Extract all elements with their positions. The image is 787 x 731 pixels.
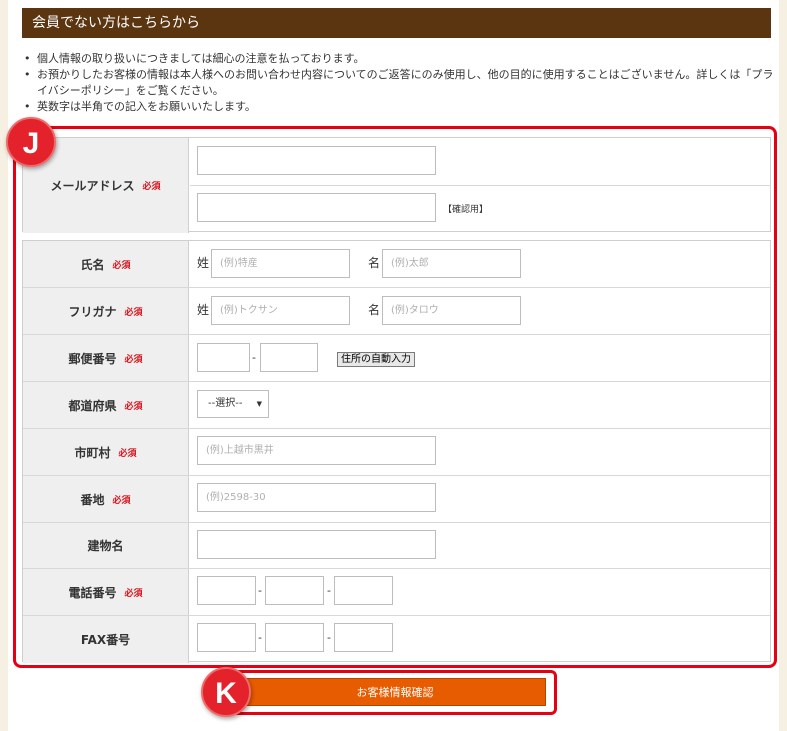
highlight-frame-j (13, 126, 777, 668)
section-title: 会員でない方はこちらから (22, 8, 771, 38)
badge-j: J (6, 117, 56, 167)
bullet-icon: • (24, 52, 31, 65)
bullet-icon: • (24, 68, 31, 81)
badge-k: K (201, 667, 251, 717)
confirm-customer-info-button[interactable]: お客様情報確認 (244, 678, 546, 706)
list-item: • お預かりしたお客様の情報は本人様へのお問い合わせ内容についてのご返答にのみ使用… (24, 68, 774, 97)
list-item: • 英数字は半角での記入をお願いいたします。 (24, 100, 256, 113)
notes-list: • 個人情報の取り扱いにつきましては細心の注意を払っております。 • お預かりしたお… (22, 51, 774, 115)
bullet-icon: • (24, 100, 31, 113)
list-item: • 個人情報の取り扱いにつきましては細心の注意を払っております。 (24, 52, 365, 65)
